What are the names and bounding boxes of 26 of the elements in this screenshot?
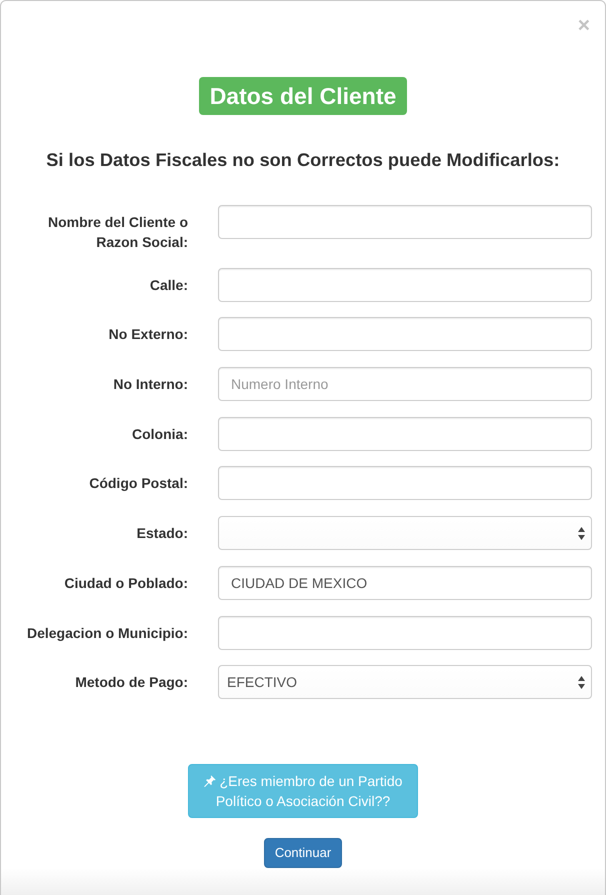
pushpin-icon xyxy=(204,774,216,787)
select-arrows-icon xyxy=(578,526,585,540)
text-field[interactable] xyxy=(218,466,592,500)
text-field[interactable] xyxy=(218,416,592,451)
field-label: No Interno: xyxy=(112,375,188,394)
field-label: Nombre del Cliente o Razon Social: xyxy=(46,213,188,252)
field-label: Ciudad o Poblado: xyxy=(63,574,188,593)
text-field[interactable] xyxy=(218,317,592,352)
form-instruction: Si los Datos Fiscales no son Correctos puede Modificarlos: xyxy=(45,149,561,171)
text-field[interactable] xyxy=(218,205,592,239)
field-label: Delegacion o Municipio: xyxy=(26,624,188,642)
text-field[interactable] xyxy=(218,616,592,650)
field-label: No Externo: xyxy=(108,325,188,344)
section-title: Datos del Cliente xyxy=(198,77,408,115)
field-label: Metodo de Pago: xyxy=(74,673,188,692)
continue-button[interactable]: Continuar xyxy=(264,838,342,868)
field-label: Código Postal: xyxy=(88,474,188,494)
select-field[interactable]: EFECTIVO xyxy=(218,665,592,700)
field-label: Calle: xyxy=(148,276,188,295)
text-field[interactable] xyxy=(218,268,592,302)
field-label: Estado: xyxy=(136,524,188,544)
select-arrows-icon xyxy=(578,676,585,689)
text-field[interactable]: Numero Interno xyxy=(218,367,592,402)
text-field[interactable]: CIUDAD DE MEXICO xyxy=(218,566,592,600)
select-field[interactable] xyxy=(218,516,592,550)
field-label: Colonia: xyxy=(131,424,188,444)
